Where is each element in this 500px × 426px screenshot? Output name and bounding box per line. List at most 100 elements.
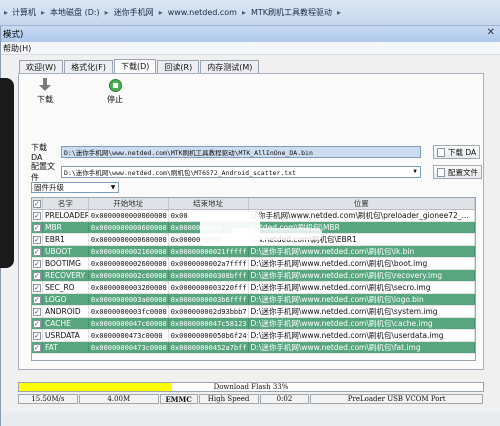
row-checkbox[interactable]: ✓ bbox=[32, 258, 43, 269]
breadcrumb-item-folder[interactable]: 迷你手机网 bbox=[112, 7, 156, 18]
tab-strip: 欢迎(W) 格式化(F) 下载(D) 回读(R) 内存测试(M) bbox=[19, 59, 260, 73]
watermark-blur bbox=[232, 228, 322, 240]
table-row[interactable]: ✓ FAT 0x00000000473c0000 0x00000000452a7bff… bbox=[32, 342, 475, 354]
tab-readback[interactable]: 回读(R) bbox=[157, 60, 200, 73]
cell-name: SEC_RO bbox=[43, 282, 89, 293]
status-port: PreLoader USB VCOM Port bbox=[310, 394, 484, 404]
cell-name: MBR bbox=[43, 222, 89, 233]
breadcrumb-item-tools[interactable]: MTK刷机工具教程驱动 bbox=[249, 7, 334, 18]
cell-begin-address: 0x0000000047c00000 bbox=[90, 318, 169, 329]
table-row[interactable]: ✓ SEC_RO 0x0000000003200000 0x0000000003220… bbox=[32, 282, 475, 294]
checkbox-icon[interactable]: ✓ bbox=[32, 307, 41, 316]
cell-begin-address: 0x0000000000600000 bbox=[90, 222, 169, 233]
row-checkbox[interactable]: ✓ bbox=[32, 318, 43, 329]
checkbox-icon[interactable]: ✓ bbox=[32, 247, 41, 256]
cell-begin-address: 0x0000000003fc0000 bbox=[90, 306, 169, 317]
cell-location: D:\迷你手机网\www.netded.com\刷机包\boot.img bbox=[249, 258, 475, 269]
mode-select[interactable]: 固件升级 ▼ bbox=[31, 182, 119, 193]
checkbox-icon[interactable]: ✓ bbox=[32, 235, 41, 244]
checkbox-icon[interactable]: ✓ bbox=[32, 259, 41, 268]
mode-select-value: 固件升级 bbox=[34, 183, 64, 192]
toolbar: 下载 停止 bbox=[25, 78, 135, 110]
cell-end-address: 0x000000000308bfff bbox=[170, 270, 249, 281]
table-row[interactable]: ✓ UBOOT 0x0000000002160000 0x00000000021fff… bbox=[32, 246, 475, 258]
tab-welcome[interactable]: 欢迎(W) bbox=[19, 60, 64, 73]
cell-end-address: 0x0000000003220fff bbox=[170, 282, 249, 293]
column-location[interactable]: 位置 bbox=[249, 198, 475, 209]
table-row[interactable]: ✓ CACHE 0x0000000047c00000 0x0000000047c581… bbox=[32, 318, 475, 330]
column-name[interactable]: 名字 bbox=[43, 198, 89, 209]
row-checkbox[interactable]: ✓ bbox=[32, 282, 43, 293]
cell-name: UBOOT bbox=[43, 246, 89, 257]
column-end[interactable]: 结束地址 bbox=[169, 198, 249, 209]
checkbox-icon[interactable]: ✓ bbox=[32, 331, 41, 340]
table-row[interactable]: ✓ RECOVERY 0x0000000002c00000 0x00000000030… bbox=[32, 270, 475, 282]
table-row[interactable]: ✓ LOGO 0x0000000003a00000 0x0000000003b6fff… bbox=[32, 294, 475, 306]
checkbox-icon[interactable]: ✓ bbox=[32, 199, 41, 208]
chevron-down-icon[interactable]: ▼ bbox=[411, 168, 419, 176]
menu-item-help[interactable]: 帮助(H) bbox=[3, 43, 31, 54]
cell-end-address: 0x0000000047c58123 bbox=[170, 318, 249, 329]
cell-location: 迷你手机网\www.netded.com\刷机包\preloader_gione… bbox=[249, 210, 475, 221]
breadcrumb-item-computer[interactable]: 计算机 bbox=[10, 7, 38, 18]
tab-format[interactable]: 格式化(F) bbox=[64, 60, 113, 73]
download-arrow-icon bbox=[38, 78, 52, 92]
cell-begin-address: 0x00000000473c0000 bbox=[90, 342, 169, 353]
download-agent-field[interactable]: D:\迷你手机网\www.netded.com\MTK刷机工具教程驱动\MTK_… bbox=[61, 146, 421, 158]
status-bar: 15.50M/s 4.00M EMMC High Speed 0:02 PreL… bbox=[18, 394, 484, 404]
breadcrumb-item-site[interactable]: www.netded.com bbox=[166, 8, 239, 17]
table-row[interactable]: ✓ ANDROID 0x0000000003fc0000 0x000000002d93… bbox=[32, 306, 475, 318]
chevron-right-icon[interactable]: ▸ bbox=[334, 8, 344, 17]
download-agent-row: 下载 DA D:\迷你手机网\www.netded.com\MTK刷机工具教程驱… bbox=[31, 143, 421, 162]
row-checkbox[interactable]: ✓ bbox=[32, 210, 43, 221]
cell-end-address: 0x00000000452a7bff bbox=[170, 342, 249, 353]
row-checkbox[interactable]: ✓ bbox=[32, 222, 43, 233]
tab-memory-test[interactable]: 内存测试(M) bbox=[200, 60, 260, 73]
row-checkbox[interactable]: ✓ bbox=[32, 330, 43, 341]
table-row[interactable]: ✓ USRDATA 0x0000000473c0000 0x00000000050b6… bbox=[32, 330, 475, 342]
column-begin[interactable]: 开始地址 bbox=[89, 198, 169, 209]
row-checkbox[interactable]: ✓ bbox=[32, 234, 43, 245]
row-checkbox[interactable]: ✓ bbox=[32, 342, 43, 353]
cell-begin-address: 0x0000000002160000 bbox=[90, 246, 169, 257]
row-checkbox[interactable]: ✓ bbox=[32, 294, 43, 305]
scatter-field[interactable]: D:\迷你手机网\www.netded.com\刷机包\MT6572_Andro… bbox=[61, 166, 421, 178]
chevron-right-icon[interactable]: ▸ bbox=[156, 8, 166, 17]
window-title: 模式) bbox=[3, 30, 24, 40]
checkbox-icon[interactable]: ✓ bbox=[32, 295, 41, 304]
header-select-all[interactable]: ✓ bbox=[32, 198, 43, 209]
tab-download[interactable]: 下载(D) bbox=[114, 59, 157, 73]
cell-name: LOGO bbox=[43, 294, 89, 305]
checkbox-icon[interactable]: ✓ bbox=[32, 343, 41, 352]
stop-button[interactable]: 停止 bbox=[95, 78, 135, 110]
table-row[interactable]: ✓ BOOTIMG 0x0000000002600000 0x0000000002a7… bbox=[32, 258, 475, 270]
checkbox-icon[interactable]: ✓ bbox=[32, 319, 41, 328]
row-checkbox[interactable]: ✓ bbox=[32, 246, 43, 257]
download-agent-button[interactable]: 下载 DA bbox=[433, 145, 481, 159]
scatter-label: 配置文件 bbox=[31, 162, 55, 182]
close-icon[interactable]: ✕ bbox=[487, 27, 495, 38]
cell-name: FAT bbox=[43, 342, 89, 353]
breadcrumb-item-drive[interactable]: 本地磁盘 (D:) bbox=[48, 7, 102, 18]
row-checkbox[interactable]: ✓ bbox=[32, 270, 43, 281]
download-panel: 下载 停止 下载 DA D:\迷你手机网\www.netded.com\MTK刷… bbox=[18, 73, 484, 370]
cell-end-address: 0x000000002d93bbb7 bbox=[170, 306, 249, 317]
cell-begin-address: 0x0000000003200000 bbox=[90, 282, 169, 293]
menu-bar: 帮助(H) bbox=[1, 42, 500, 55]
download-button[interactable]: 下载 bbox=[25, 78, 65, 110]
scatter-button[interactable]: 配置文件 bbox=[433, 165, 482, 179]
checkbox-icon[interactable]: ✓ bbox=[32, 283, 41, 292]
chevron-right-icon[interactable]: ▸ bbox=[239, 8, 249, 17]
cell-name: ANDROID bbox=[43, 306, 89, 317]
chevron-right-icon[interactable]: ▸ bbox=[102, 8, 112, 17]
stop-icon bbox=[108, 78, 122, 92]
checkbox-icon[interactable]: ✓ bbox=[32, 211, 41, 220]
cell-end-address: 0x00000000050b6f24f bbox=[170, 330, 249, 341]
row-checkbox[interactable]: ✓ bbox=[32, 306, 43, 317]
breadcrumb: ▸ 计算机 ▸ 本地磁盘 (D:) ▸ 迷你手机网 ▸ www.netded.c… bbox=[0, 0, 500, 26]
chevron-right-icon[interactable]: ▸ bbox=[38, 8, 48, 17]
checkbox-icon[interactable]: ✓ bbox=[32, 223, 41, 232]
chevron-down-icon[interactable]: ▼ bbox=[109, 184, 117, 192]
file-icon bbox=[437, 167, 445, 177]
checkbox-icon[interactable]: ✓ bbox=[32, 271, 41, 280]
